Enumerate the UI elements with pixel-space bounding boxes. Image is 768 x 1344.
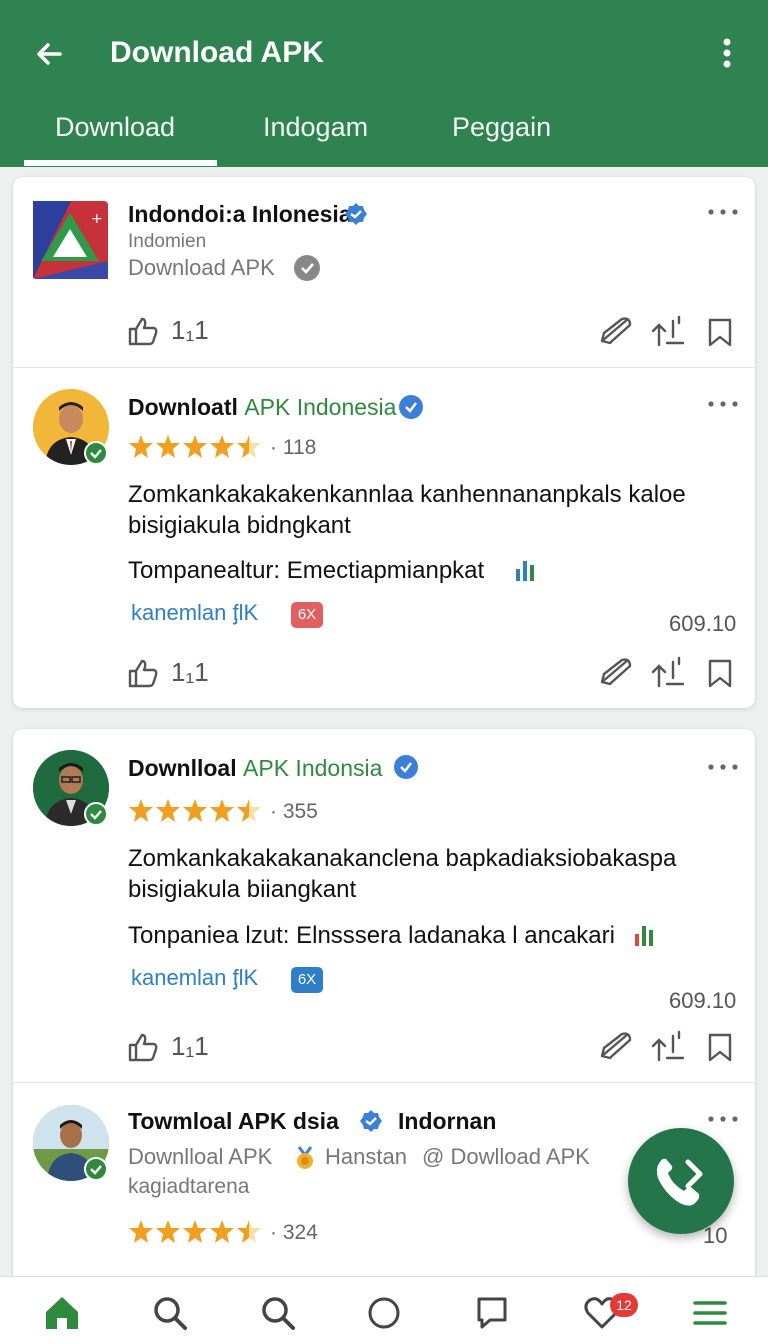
like-icon[interactable]	[127, 1031, 159, 1063]
rating-count: · 355	[270, 800, 318, 823]
post-source: @ Dowlload APK	[422, 1144, 590, 1169]
bookmark-icon[interactable]	[707, 317, 733, 347]
post-body-line: Tonpaniea lzut: Elnsssera ladanaka l anc…	[128, 922, 615, 949]
phone-icon	[656, 1158, 703, 1206]
search-icon[interactable]	[258, 1293, 298, 1333]
author-name-highlight: APK Indonsia	[243, 755, 383, 781]
menu-icon[interactable]	[690, 1293, 730, 1333]
call-fab-button[interactable]	[628, 1128, 734, 1234]
post-body-line: bisigiakula bidngkant	[128, 512, 351, 539]
author-name-text: Indondoi:a Inlonesia	[128, 201, 352, 227]
verified-badge-icon	[345, 203, 367, 225]
medal-icon	[297, 1146, 313, 1169]
bookmark-icon[interactable]	[707, 658, 733, 688]
tag-badge[interactable]: 6X	[291, 967, 323, 993]
tab-indogam[interactable]: Indogam	[263, 112, 368, 143]
online-badge-icon	[84, 441, 108, 465]
repost-icon[interactable]	[651, 656, 687, 688]
author-name-text: Towmloal APK dsia	[128, 1108, 339, 1134]
post-author-name[interactable]: Indondoi:a Inlonesia	[128, 201, 352, 228]
bookmark-icon[interactable]	[707, 1032, 733, 1062]
post-author-name[interactable]: Towmloal APK dsia	[128, 1108, 339, 1135]
more-vert-icon[interactable]	[712, 34, 742, 74]
like-count: 1₁1	[171, 657, 209, 687]
feed-card-group: + Indondoi:a Inlonesia Indomien Download…	[13, 177, 755, 708]
post-stat: 609.10	[669, 611, 737, 636]
post-menu-icon[interactable]	[705, 1113, 741, 1125]
divider	[13, 1082, 755, 1083]
post-menu-icon[interactable]	[705, 398, 741, 410]
verified-badge-icon	[394, 755, 418, 779]
back-arrow-icon[interactable]	[30, 34, 70, 74]
svg-text:+: +	[91, 211, 103, 227]
download-check-icon	[294, 255, 320, 281]
post-author-name[interactable]: Downloatl APK Indonesia	[128, 394, 396, 421]
post-source: Hanstan	[325, 1144, 407, 1169]
post-stat: 609.10	[669, 988, 737, 1013]
author-name-text: Downloatl	[128, 394, 238, 420]
app-logo-icon[interactable]: +	[33, 201, 108, 279]
post-menu-icon[interactable]	[705, 206, 741, 218]
page-title: Download APK	[110, 36, 324, 69]
author-name-highlight: APK Indonesia	[244, 394, 397, 420]
like-icon[interactable]	[127, 657, 159, 689]
circle-icon[interactable]	[364, 1293, 404, 1333]
like-count: 1₁1	[171, 315, 209, 345]
home-icon[interactable]	[42, 1293, 82, 1333]
post-body-line: Zomkankakakakanakanclena bapkadiaksiobak…	[128, 845, 677, 872]
active-tab-indicator	[24, 160, 217, 166]
post-menu-icon[interactable]	[705, 761, 741, 773]
share-icon[interactable]	[598, 315, 634, 347]
notification-badge: 12	[610, 1293, 638, 1317]
post-source: Downlloal APK	[128, 1144, 273, 1169]
rating-stars-icon	[129, 1220, 261, 1243]
post-source: Download APK	[128, 255, 275, 280]
post-subtitle: Indomien	[128, 231, 207, 252]
rating-stars-icon	[129, 799, 261, 822]
rating-count: · 324	[270, 1221, 318, 1244]
post-body-line: Tompanealtur: Emectiapmianpkat	[128, 557, 485, 584]
tag-badge[interactable]: 6X	[291, 602, 323, 628]
verified-badge-icon	[360, 1110, 382, 1132]
app-bar: Download APK Download Indogam Peggain	[0, 0, 768, 167]
like-count: 1₁1	[171, 1031, 209, 1061]
online-badge-icon	[84, 1157, 108, 1181]
repost-icon[interactable]	[651, 315, 687, 347]
repost-icon[interactable]	[651, 1030, 687, 1062]
rating-count: · 118	[270, 436, 317, 459]
search-icon[interactable]	[150, 1293, 190, 1333]
bar-chart-icon	[635, 926, 653, 946]
bar-chart-icon	[516, 561, 534, 581]
tab-download[interactable]: Download	[55, 112, 175, 143]
rating-stars-icon	[129, 435, 261, 458]
post-link[interactable]: kanemlan ᶂlK	[131, 965, 258, 991]
post-body-line: bisigiakula biiangkant	[128, 876, 357, 903]
chat-icon[interactable]	[472, 1293, 512, 1333]
post-author-name[interactable]: Downlloal APK Indonsia	[128, 755, 382, 782]
tab-peggain[interactable]: Peggain	[452, 112, 551, 143]
post-subtitle: kagiadtarena	[128, 1175, 250, 1198]
author-name-text: Downlloal	[128, 755, 237, 781]
verified-badge-icon	[399, 395, 423, 419]
post-body-line: Zomkankakakakenkannlaa kanhennananpkals …	[128, 481, 686, 508]
bottom-navigation: 12	[0, 1276, 768, 1344]
like-icon[interactable]	[127, 315, 159, 347]
post-author-suffix: Indornan	[398, 1108, 497, 1134]
share-icon[interactable]	[598, 1030, 634, 1062]
divider	[13, 367, 755, 368]
online-badge-icon	[84, 802, 108, 826]
share-icon[interactable]	[598, 656, 634, 688]
post-link[interactable]: kanemlan ᶂlK	[131, 600, 258, 626]
